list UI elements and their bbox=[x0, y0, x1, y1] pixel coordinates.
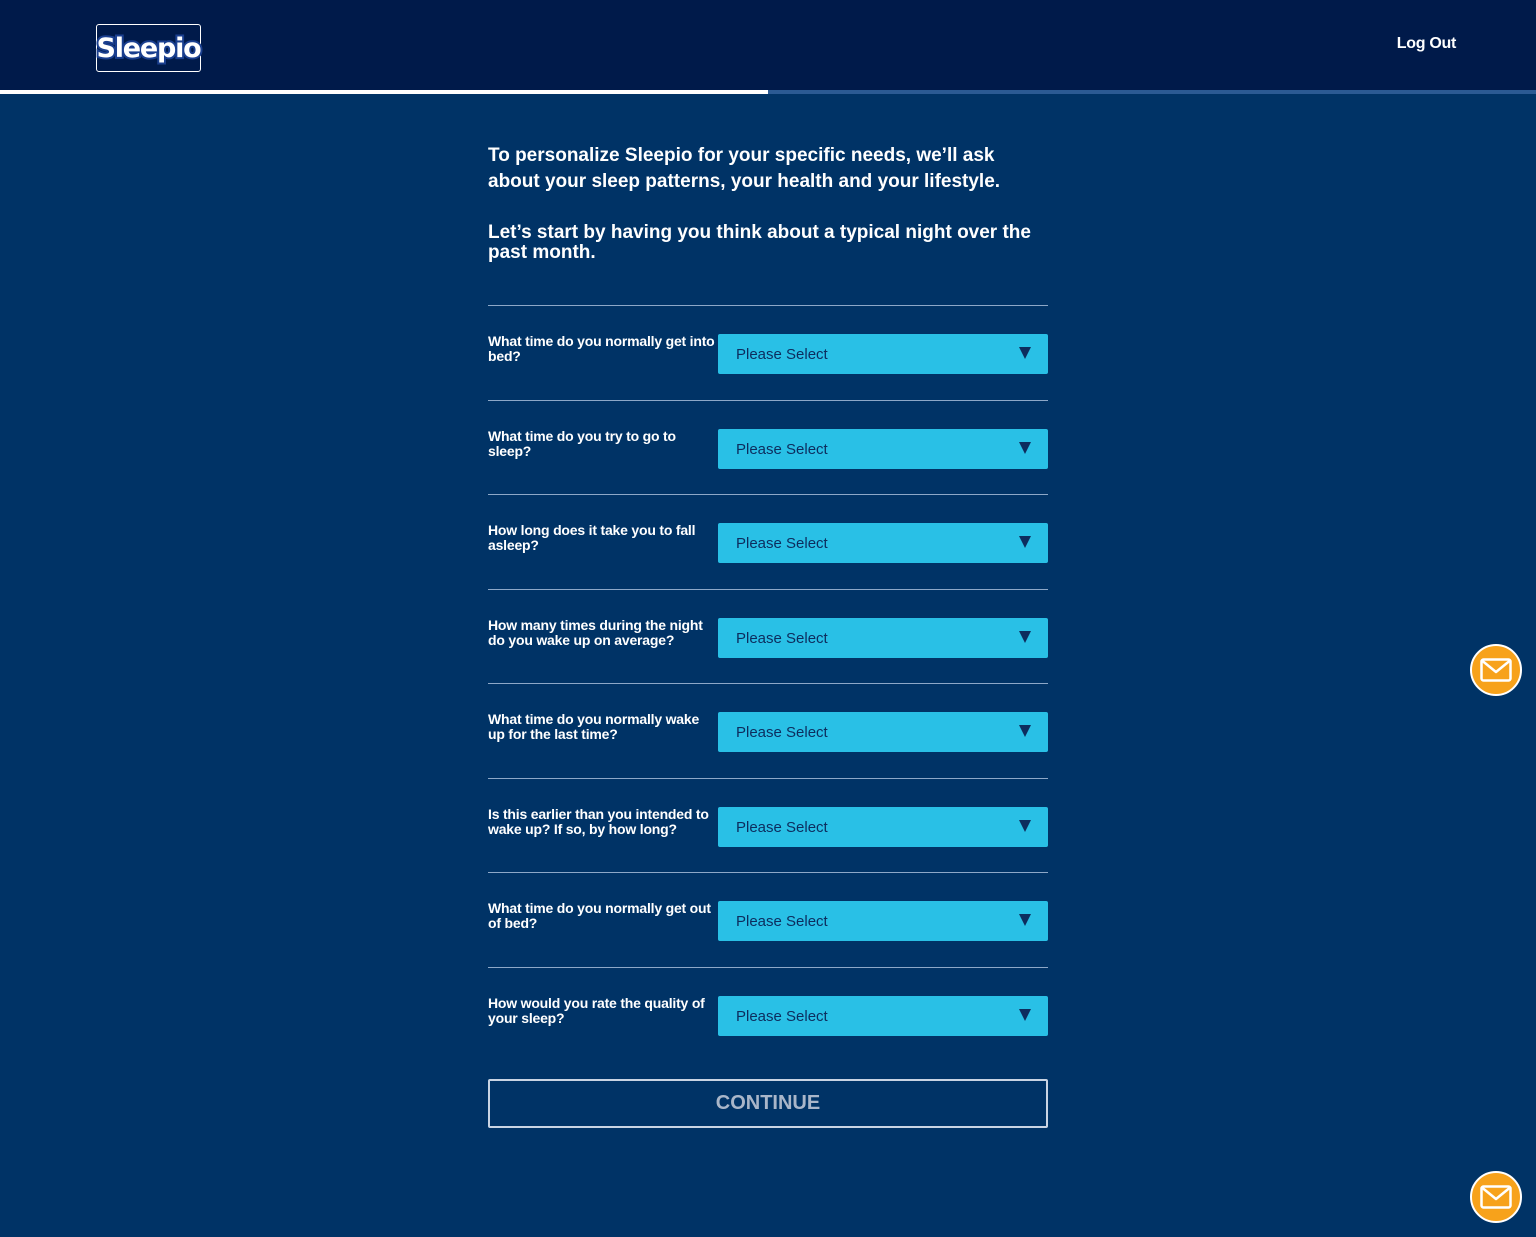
select-value: Please Select bbox=[736, 629, 828, 647]
top-navigation-bar: Sleepio Log Out bbox=[0, 0, 1536, 90]
question-label: What time do you normally get out of bed… bbox=[488, 900, 711, 931]
early-waking-select[interactable]: Please Select bbox=[718, 806, 1048, 847]
question-row: How many times during the night do you w… bbox=[488, 588, 1048, 684]
envelope-icon bbox=[1480, 1185, 1512, 1209]
question-row: What time do you normally wake up for th… bbox=[488, 683, 1048, 778]
select-value: Please Select bbox=[736, 1007, 828, 1025]
question-label: How many times during the night do you w… bbox=[488, 616, 703, 648]
select-value: Please Select bbox=[736, 346, 828, 363]
progress-bar bbox=[0, 90, 1536, 94]
mail-button[interactable] bbox=[1470, 644, 1522, 696]
question-row: How would you rate the quality of your s… bbox=[488, 966, 1048, 1062]
sleep-attempt-time-select[interactable]: Please Select bbox=[718, 428, 1048, 469]
triangle-down-icon bbox=[1019, 1008, 1031, 1021]
bedtime-select[interactable]: Please Select bbox=[718, 334, 1048, 374]
triangle-down-icon bbox=[1019, 441, 1031, 454]
sleep-questionnaire: What time do you normally get into bed? … bbox=[488, 305, 1048, 1061]
question-label: How long does it take you to fall asleep… bbox=[488, 522, 696, 553]
fall-asleep-duration-select[interactable]: Please Select bbox=[718, 523, 1048, 563]
triangle-down-icon bbox=[1019, 914, 1031, 926]
out-of-bed-time-select[interactable]: Please Select bbox=[718, 901, 1048, 941]
select-value: Please Select bbox=[736, 724, 828, 741]
continue-button[interactable]: CONTINUE bbox=[488, 1079, 1048, 1128]
logout-link[interactable]: Log Out bbox=[1397, 35, 1457, 53]
progress-bar-fill bbox=[0, 90, 768, 94]
question-row: What time do you normally get out of bed… bbox=[488, 872, 1048, 967]
question-label: What time do you normally get into bed? bbox=[488, 333, 715, 364]
triangle-down-icon bbox=[1019, 725, 1031, 737]
triangle-down-icon bbox=[1019, 819, 1031, 832]
envelope-icon bbox=[1480, 658, 1512, 682]
question-row: What time do you try to go to sleep? Ple… bbox=[488, 399, 1048, 495]
question-label: How would you rate the quality of your s… bbox=[488, 994, 705, 1026]
intro-prompt: Let’s start by having you think about a … bbox=[488, 222, 1031, 263]
triangle-down-icon bbox=[1019, 630, 1031, 643]
sleepio-logo[interactable]: Sleepio bbox=[94, 24, 204, 72]
triangle-down-icon bbox=[1019, 347, 1031, 359]
question-label: What time do you try to go to sleep? bbox=[488, 427, 676, 459]
intro-section: To personalize Sleepio for your specific… bbox=[488, 143, 1048, 263]
question-label: What time do you normally wake up for th… bbox=[488, 711, 700, 742]
question-row: Is this earlier than you intended to wak… bbox=[488, 777, 1048, 873]
mail-button-secondary[interactable] bbox=[1470, 1171, 1522, 1223]
select-value: Please Select bbox=[736, 535, 828, 552]
question-label: Is this earlier than you intended to wak… bbox=[488, 805, 709, 837]
triangle-down-icon bbox=[1019, 536, 1031, 548]
select-value: Please Select bbox=[736, 440, 828, 458]
night-wakings-select[interactable]: Please Select bbox=[718, 617, 1048, 658]
logo-text: Sleepio bbox=[94, 31, 203, 66]
question-row: What time do you normally get into bed? … bbox=[488, 305, 1048, 400]
sleep-quality-select[interactable]: Please Select bbox=[718, 995, 1048, 1036]
intro-paragraph: To personalize Sleepio for your specific… bbox=[488, 145, 1001, 192]
question-row: How long does it take you to fall asleep… bbox=[488, 494, 1048, 589]
select-value: Please Select bbox=[736, 818, 828, 836]
select-value: Please Select bbox=[736, 913, 828, 930]
final-wake-time-select[interactable]: Please Select bbox=[718, 712, 1048, 752]
